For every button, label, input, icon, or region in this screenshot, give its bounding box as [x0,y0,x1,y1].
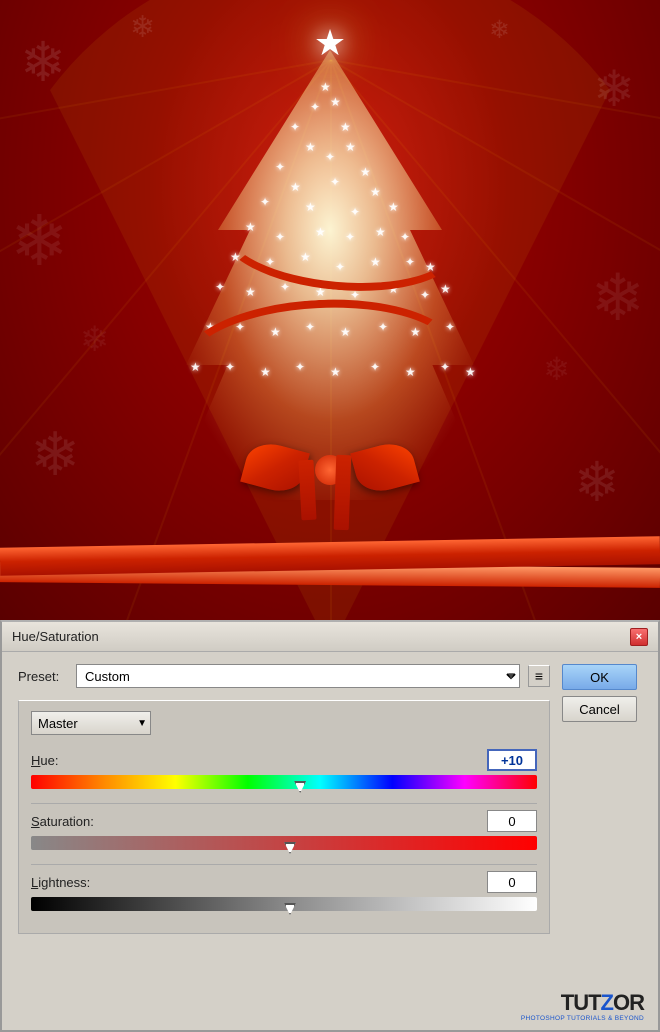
saturation-label: Saturation: [31,814,94,829]
saturation-slider-track[interactable] [31,836,537,850]
hue-slider-thumb[interactable] [294,781,306,793]
preset-label: Preset: [18,669,68,684]
saturation-group: Saturation: [31,810,537,850]
saturation-slider-thumb[interactable] [284,842,296,854]
tutzor-text-tut: TUT [561,990,601,1015]
saturation-value-input[interactable] [487,810,537,832]
preset-menu-icon[interactable]: ≡ [528,665,550,687]
hue-label: Hue: [31,753,58,768]
hue-saturation-dialog: Hue/Saturation × Preset: Custom ▼ ≡ [0,620,660,1032]
hue-group: Hue: [31,749,537,789]
tutzor-subtext: PHOTOSHOP TUTORIALS & BEYOND [521,1015,644,1022]
tutzor-text-z: Z [601,990,613,1015]
hue-value-input[interactable] [487,749,537,771]
tutzor-text-or: OR [613,990,644,1015]
dialog-titlebar: Hue/Saturation × [2,622,658,652]
dialog-title: Hue/Saturation [12,629,99,644]
hue-slider-track[interactable] [31,775,537,789]
lightness-slider-thumb[interactable] [284,903,296,915]
tutzor-logo-area: TUTZOR PHOTOSHOP TUTORIALS & BEYOND [521,991,644,1022]
tree-star: ★ [310,25,350,65]
lightness-value-input[interactable] [487,871,537,893]
channel-select[interactable]: Master Reds Yellows Greens Cyans Blues M… [31,711,151,735]
lightness-group: Lightness: [31,871,537,911]
preset-select[interactable]: Custom [76,664,520,688]
lightness-label: Lightness: [31,875,90,890]
ok-button[interactable]: OK [562,664,637,690]
close-button[interactable]: × [630,628,648,646]
cancel-button[interactable]: Cancel [562,696,637,722]
image-canvas: ❄ ❄ ❄ ❄ ❄ ❄ ❄ ❄ ❄ ❄ ★ ★ ✦ ★ ✦ ★ ★ ✦ ★ ✦ … [0,0,660,620]
lightness-slider-track[interactable] [31,897,537,911]
christmas-tree: ★ ★ ✦ ★ ✦ ★ ★ ✦ ★ ✦ ★ ★ ✦ ★ ✦ ★ ✦ ★ ★ ✦ … [130,20,530,540]
